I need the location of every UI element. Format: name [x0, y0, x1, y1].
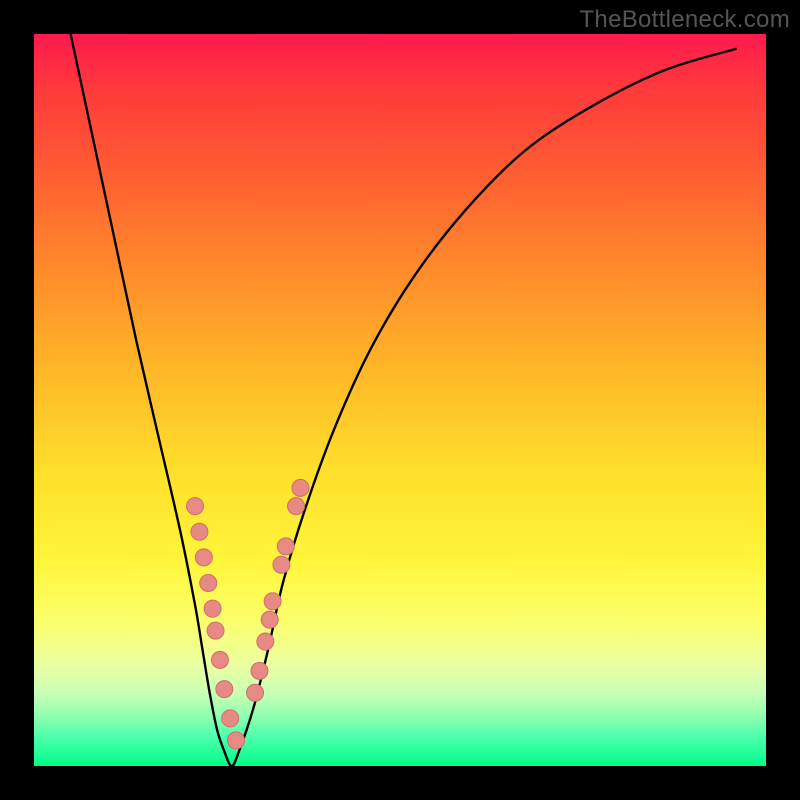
highlight-dot — [273, 556, 290, 573]
highlight-dot — [191, 523, 208, 540]
highlight-dot — [264, 593, 281, 610]
watermark-text: TheBottleneck.com — [579, 6, 790, 34]
highlight-dot — [216, 681, 233, 698]
highlight-dots — [187, 479, 309, 749]
highlight-dot — [204, 600, 221, 617]
highlight-dot — [261, 611, 278, 628]
highlight-dot — [207, 622, 224, 639]
curve-svg — [34, 34, 766, 766]
highlight-dot — [200, 575, 217, 592]
highlight-dot — [187, 498, 204, 515]
highlight-dot — [211, 651, 228, 668]
highlight-dot — [228, 732, 245, 749]
highlight-dot — [277, 538, 294, 555]
highlight-dot — [247, 684, 264, 701]
highlight-dot — [292, 479, 309, 496]
highlight-dot — [195, 549, 212, 566]
highlight-dot — [257, 633, 274, 650]
highlight-dot — [222, 710, 239, 727]
chart-frame: TheBottleneck.com — [0, 0, 800, 800]
highlight-dot — [288, 498, 305, 515]
plot-area — [34, 34, 766, 766]
bottleneck-curve — [71, 34, 737, 766]
highlight-dot — [251, 662, 268, 679]
